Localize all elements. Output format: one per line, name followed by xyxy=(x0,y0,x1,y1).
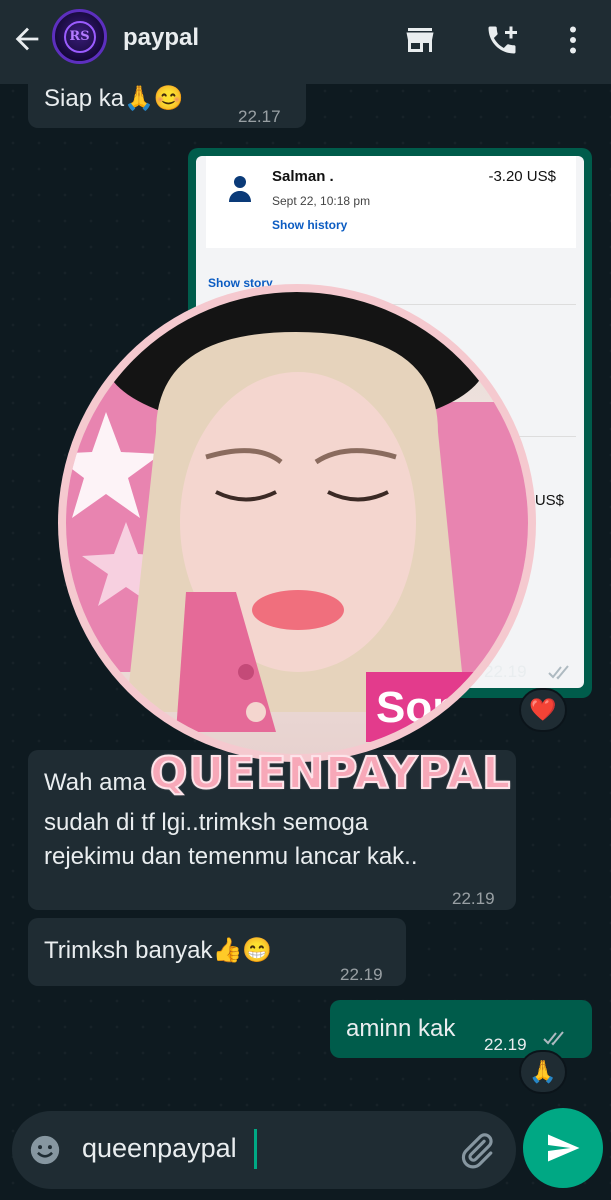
message-text-line3: rejekimu dan temenmu lancar kak.. xyxy=(44,843,418,870)
watermark-text: QUEENPAYPAL xyxy=(149,747,512,800)
message-time: 22.19 xyxy=(484,1035,527,1054)
send-icon xyxy=(548,1134,580,1162)
emoji-icon[interactable] xyxy=(28,1133,62,1167)
double-check-icon xyxy=(543,1031,564,1046)
watermark-photo: Son xyxy=(66,292,528,754)
watermark-profile-circle: Son xyxy=(58,284,536,762)
more-options-icon[interactable] xyxy=(555,22,591,58)
message-composer[interactable]: queenpaypal xyxy=(12,1111,516,1189)
reaction-heart[interactable]: ❤️ xyxy=(519,688,567,732)
portrait-illustration: Son xyxy=(66,292,528,742)
transaction-amount: -3.20 US$ xyxy=(488,168,556,185)
message-outgoing[interactable]: aminn kak 22.19 xyxy=(330,1000,592,1058)
double-check-icon xyxy=(548,665,569,680)
message-time: 22.19 xyxy=(452,889,495,908)
transaction-date: Sept 22, 10:18 pm xyxy=(272,194,371,208)
message-text: aminn kak xyxy=(346,1015,456,1042)
message-text: Siap ka🙏😊 xyxy=(44,85,184,112)
send-button[interactable] xyxy=(523,1108,603,1188)
message-text-line2: sudah di tf lgi..trimksh semoga xyxy=(44,809,369,836)
message-text: Wah ama xyxy=(44,769,146,796)
store-icon[interactable] xyxy=(402,22,438,58)
chat-header: RS paypal xyxy=(0,0,611,84)
text-cursor xyxy=(254,1129,257,1169)
person-icon xyxy=(229,176,251,202)
message-text: Trimksh banyak👍😁 xyxy=(44,937,273,964)
message-input[interactable]: queenpaypal xyxy=(82,1133,237,1164)
transaction-amount-2: US$ xyxy=(534,492,564,509)
reaction-emoji: 🙏 xyxy=(529,1059,557,1084)
reaction-emoji: ❤️ xyxy=(529,697,557,722)
message-incoming[interactable]: Trimksh banyak👍😁 22.19 xyxy=(28,918,406,986)
avatar[interactable]: RS xyxy=(52,9,107,64)
avatar-initials: RS xyxy=(69,29,90,44)
transaction-card: Salman . Sept 22, 10:18 pm Show history … xyxy=(206,156,576,248)
message-time: 22.17 xyxy=(238,107,281,126)
show-history-link: Show history xyxy=(272,218,348,232)
back-arrow-icon[interactable] xyxy=(10,22,44,56)
message-time: 22.19 xyxy=(484,662,527,681)
message-time: 22.19 xyxy=(340,965,383,984)
add-call-icon[interactable] xyxy=(484,22,520,58)
payee-name: Salman . xyxy=(272,168,334,185)
contact-name[interactable]: paypal xyxy=(123,24,199,52)
attach-icon[interactable] xyxy=(458,1131,496,1169)
reaction-pray[interactable]: 🙏 xyxy=(519,1050,567,1094)
